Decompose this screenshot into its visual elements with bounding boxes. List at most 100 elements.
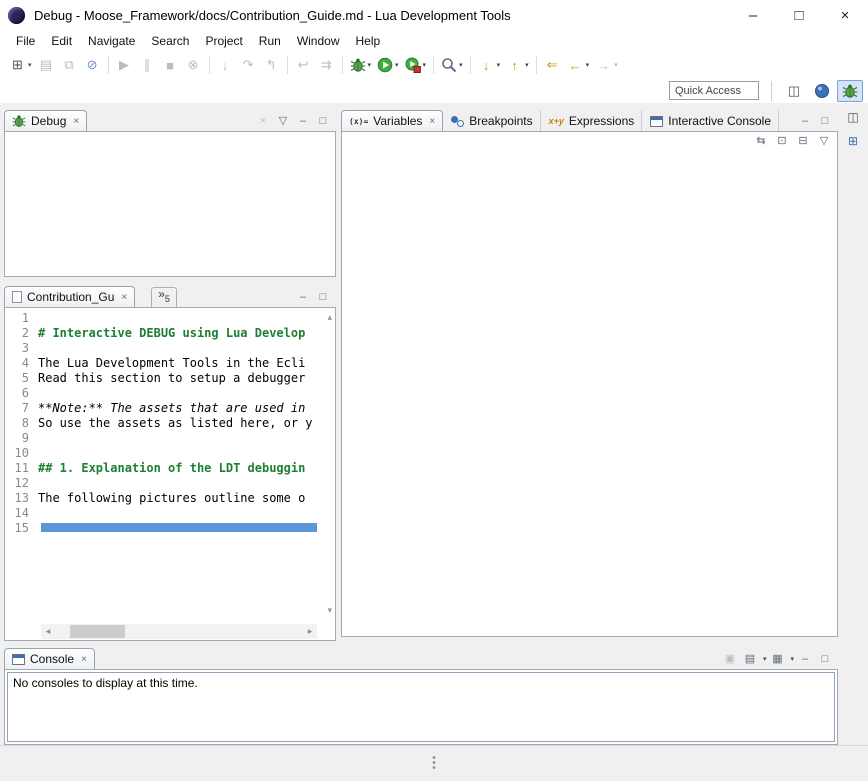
quick-access-input[interactable]: Quick Access xyxy=(669,81,759,100)
outline-view-icon[interactable]: ⊞ xyxy=(843,132,863,150)
maximize-view-icon[interactable]: □ xyxy=(314,291,332,303)
scroll-left-arrow[interactable]: ◂ xyxy=(41,626,55,637)
close-icon[interactable]: × xyxy=(81,654,87,665)
save-all-button[interactable]: ⧉ xyxy=(59,54,80,76)
maximize-view-icon[interactable]: □ xyxy=(314,115,332,127)
minimize-view-icon[interactable]: – xyxy=(294,115,312,127)
close-icon[interactable]: × xyxy=(73,116,79,127)
view-menu-icon[interactable]: ▽ xyxy=(274,114,292,127)
scroll-up-arrow[interactable]: ▴ xyxy=(327,312,332,323)
menu-navigate[interactable]: Navigate xyxy=(80,32,143,50)
debug-view-header: Debug × × ▽ – □ xyxy=(4,107,336,131)
close-icon[interactable]: × xyxy=(121,292,127,303)
remove-all-terminated-icon[interactable]: × xyxy=(254,115,272,127)
scrollbar-track[interactable] xyxy=(55,624,303,639)
restore-views-icon[interactable]: ◫ xyxy=(843,108,863,126)
tab-breakpoints[interactable]: Breakpoints xyxy=(443,110,540,131)
suspend-button[interactable]: ∥ xyxy=(137,54,158,76)
scroll-right-arrow[interactable]: ▸ xyxy=(303,626,317,637)
chevron-down-icon[interactable]: ▾ xyxy=(790,655,794,663)
line-number: 5 xyxy=(5,371,38,386)
variables-view-header: (x)= Variables × Breakpoints x+y Express… xyxy=(341,107,838,131)
scrollbar-thumb[interactable] xyxy=(70,625,125,638)
resume-button[interactable]: ▶ xyxy=(114,54,135,76)
menu-window[interactable]: Window xyxy=(289,32,348,50)
line-number: 13 xyxy=(5,491,38,506)
tab-variables[interactable]: (x)= Variables × xyxy=(341,110,443,131)
debug-perspective-button[interactable] xyxy=(837,80,863,102)
open-perspective-button[interactable]: ◫ xyxy=(781,80,807,102)
step-return-button[interactable]: ↰ xyxy=(261,54,282,76)
display-selected-console-icon[interactable]: ▤ xyxy=(741,652,759,665)
open-console-icon[interactable]: ▦ xyxy=(768,652,786,665)
minimize-button[interactable]: – xyxy=(730,0,776,30)
resize-grip[interactable] xyxy=(433,756,436,769)
drop-to-frame-button[interactable]: ↩ xyxy=(293,54,314,76)
editor-text-area[interactable]: 1 2# Interactive DEBUG using Lua Develop… xyxy=(5,308,319,622)
editor-line: 14 xyxy=(5,506,319,521)
line-text: The following pictures outline some o xyxy=(38,491,305,506)
editor-line: 9 xyxy=(5,431,319,446)
tab-contribution-guide[interactable]: Contribution_Gu × xyxy=(4,286,135,307)
run-icon xyxy=(377,57,393,73)
minimize-view-icon[interactable]: – xyxy=(796,115,814,127)
collapse-all-icon[interactable]: ⊟ xyxy=(794,134,812,147)
minimize-view-icon[interactable]: – xyxy=(294,291,312,303)
terminate-button[interactable]: ■ xyxy=(160,54,181,76)
close-button[interactable]: × xyxy=(822,0,868,30)
console-empty-message: No consoles to display at this time. xyxy=(13,676,198,690)
tab-expressions[interactable]: x+y Expressions xyxy=(541,110,643,131)
menu-search[interactable]: Search xyxy=(143,32,197,50)
line-number: 7 xyxy=(5,401,38,416)
window-controls: – □ × xyxy=(730,0,868,30)
pin-console-icon[interactable]: ▣ xyxy=(721,652,739,665)
close-icon[interactable]: × xyxy=(429,116,435,127)
menu-edit[interactable]: Edit xyxy=(43,32,80,50)
menu-run[interactable]: Run xyxy=(251,32,289,50)
new-button[interactable]: ⊞ ▾ xyxy=(7,54,34,76)
open-search-button[interactable]: ▾ xyxy=(439,54,465,76)
step-into-button[interactable]: ↓ xyxy=(215,54,236,76)
ldt-perspective-button[interactable] xyxy=(809,80,835,102)
view-menu-icon[interactable]: ▽ xyxy=(815,134,833,147)
show-type-names-icon[interactable]: ⇆ xyxy=(752,134,770,147)
tab-debug[interactable]: Debug × xyxy=(4,110,87,131)
chevron-down-icon[interactable]: ▾ xyxy=(763,655,767,663)
disconnect-button[interactable]: ⊗ xyxy=(183,54,204,76)
tab-label: Breakpoints xyxy=(469,114,532,128)
debug-button[interactable]: ▾ xyxy=(348,54,374,76)
toolbar-separator xyxy=(342,56,343,74)
step-over-button[interactable]: ↷ xyxy=(238,54,259,76)
minimize-view-icon[interactable]: – xyxy=(796,653,814,665)
maximize-button[interactable]: □ xyxy=(776,0,822,30)
menu-help[interactable]: Help xyxy=(348,32,389,50)
menu-file[interactable]: File xyxy=(8,32,43,50)
skip-all-breakpoints-button[interactable]: ⊘ xyxy=(82,54,103,76)
editor-line: 13The following pictures outline some o xyxy=(5,491,319,506)
maximize-view-icon[interactable]: □ xyxy=(816,115,834,127)
forward-button[interactable]: → ▾ xyxy=(593,54,620,76)
back-button[interactable]: ← ▾ xyxy=(565,54,592,76)
external-tools-button[interactable]: ▾ xyxy=(403,54,429,76)
previous-annotation-button[interactable]: ↑ ▾ xyxy=(504,54,531,76)
tab-console[interactable]: Console × xyxy=(4,648,95,669)
last-edit-location-button[interactable]: ⇐ xyxy=(542,54,563,76)
tab-interactive-console[interactable]: Interactive Console xyxy=(642,110,779,131)
save-button[interactable]: ▤ xyxy=(36,54,57,76)
editor-line: 12 xyxy=(5,476,319,491)
chevron-down-icon: ▾ xyxy=(614,61,618,69)
previous-annotation-icon: ↑ xyxy=(506,57,523,74)
run-button[interactable]: ▾ xyxy=(375,54,401,76)
scroll-down-arrow[interactable]: ▾ xyxy=(327,605,332,616)
debug-perspective-bug-icon xyxy=(842,83,858,99)
console-icon xyxy=(650,116,663,127)
chevron-down-icon: ▾ xyxy=(497,61,501,69)
console-header-icons: ▣ ▤ ▾ ▦ ▾ – □ xyxy=(721,652,838,669)
next-annotation-button[interactable]: ↓ ▾ xyxy=(476,54,503,76)
use-step-filters-button[interactable]: ⇉ xyxy=(316,54,337,76)
maximize-view-icon[interactable]: □ xyxy=(816,653,834,665)
hidden-editors-chevron[interactable]: » 5 xyxy=(151,287,177,307)
show-logical-structures-icon[interactable]: ⊡ xyxy=(773,134,791,147)
menu-project[interactable]: Project xyxy=(197,32,250,50)
horizontal-scrollbar[interactable]: ◂ ▸ xyxy=(41,624,317,639)
